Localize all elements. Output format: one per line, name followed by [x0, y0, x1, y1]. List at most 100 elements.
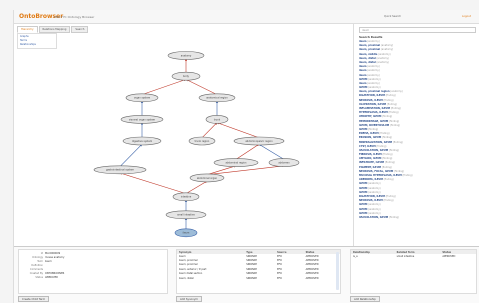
search-result-detail: (finding): [381, 165, 392, 169]
search-result-term: ileum: [359, 73, 367, 77]
details-area: Id MA:0000009 Ontology mouse anatomy Term ile…: [14, 246, 479, 303]
graph-node[interactable]: abdominopelvic region: [233, 136, 285, 146]
graph-node[interactable]: digestive system: [122, 136, 162, 146]
search-result-term: DILATATION, ILEUM: [359, 194, 385, 198]
search-result-term: VACUOLATION, ILEUM: [359, 215, 389, 219]
graph-node[interactable]: abdominal organ: [189, 173, 225, 183]
graph-node-label: trunk region: [195, 140, 210, 143]
table-cell: SINONIM: [246, 276, 257, 280]
search-result-detail: (anatomy): [368, 86, 381, 90]
search-result-item[interactable]: VACUOLATION, ILEUM (finding): [359, 216, 477, 220]
logout-link[interactable]: Logout: [462, 15, 471, 18]
graph-edge: [216, 122, 260, 139]
table-cell: EFO: [277, 276, 282, 280]
search-result-detail: (anatomy): [368, 77, 381, 81]
search-result-detail: (anatomy): [368, 182, 381, 186]
graph-node[interactable]: abdominal region: [213, 158, 259, 167]
graph-node[interactable]: intestine: [172, 192, 200, 202]
search-result-term: ileum: [359, 40, 367, 43]
search-result-detail: (anatomy): [368, 203, 381, 207]
search-result-detail: (anatomy): [367, 40, 380, 43]
search-result-detail: (finding): [402, 174, 413, 177]
search-result-term: CYST, ILEUM: [359, 144, 376, 148]
search-input[interactable]: ileum: [359, 27, 476, 33]
search-result-term: EROSION, ILEUM: [359, 136, 382, 140]
search-result-term: FIBROSIS, ILEUM: [359, 153, 382, 157]
graph-edge: [119, 172, 187, 194]
search-result-term: AMYLOID, ILEUM: [359, 157, 382, 161]
search-result-detail: (finding): [383, 178, 394, 182]
graph-edge: [258, 143, 285, 160]
search-result-detail: (anatomy): [390, 90, 403, 94]
search-result-detail: (anatomy): [368, 211, 381, 215]
graph-node[interactable]: ileum: [174, 228, 198, 238]
term-info-key: Status: [35, 276, 43, 279]
graph-node-label: visceral organ system: [129, 118, 156, 121]
search-result-term: DILATATION, ILEUM: [359, 94, 385, 98]
search-result-term: HEMORRHAGE, ILEUM: [359, 119, 389, 123]
search-result-term: ileum: [359, 69, 367, 73]
graph-node[interactable]: anatomy: [167, 51, 205, 60]
graph-node[interactable]: visceral organ system: [120, 115, 164, 124]
add-relationship-button[interactable]: Add Relationship: [350, 296, 380, 302]
table-cell: is_a: [353, 254, 358, 258]
table-cell: APPROVED: [442, 254, 456, 258]
term-info-row: Status APPROVED: [19, 276, 167, 280]
graph-node[interactable]: body: [171, 71, 201, 81]
search-result-detail: (anatomy): [368, 186, 381, 190]
search-result-term: ILEUM: [359, 186, 368, 190]
graph-node[interactable]: abdomen: [268, 158, 300, 167]
search-result-detail: (finding): [384, 161, 395, 165]
graph-node-label: gastrointestinal system: [106, 169, 135, 172]
graph-node[interactable]: trunk region: [188, 136, 216, 146]
search-result-term: NECROSIS, ILEUM: [359, 199, 383, 203]
graph-node[interactable]: small intestine: [165, 210, 207, 220]
search-result-detail: (anatomy): [367, 81, 380, 85]
term-info-value: ileum: [45, 260, 52, 263]
search-result-term: ileum: [359, 81, 367, 85]
table-row[interactable]: ileum, distal SINONIM EFO APPROVED: [177, 276, 340, 280]
search-result-detail: (finding): [392, 140, 403, 144]
search-result-term: ATROPHY, ILEUM: [359, 115, 382, 119]
search-result-detail: (anatomy): [376, 60, 389, 64]
search-result-term: ileum, proximal: [359, 44, 381, 48]
graph-node[interactable]: trunk: [205, 115, 229, 124]
search-result-term: ileum, middle: [359, 52, 378, 56]
search-result-detail: (finding): [382, 157, 393, 161]
synonyms-scrollbar[interactable]: [336, 252, 339, 290]
graph-node[interactable]: gastrointestinal system: [93, 165, 147, 175]
search-result-term: ILEUM: [359, 127, 368, 131]
hierarchy-panel: Hierarchy Relations Mapping Search Graph…: [14, 24, 354, 246]
search-result-term: ileum: [359, 65, 367, 69]
graph-node-label: small intestine: [177, 214, 195, 217]
search-result-detail: (finding): [389, 119, 400, 123]
search-results-heading: Search Results: [359, 35, 383, 39]
graph-node[interactable]: organ system: [125, 93, 159, 103]
graph-node[interactable]: anatomical region: [198, 93, 236, 103]
graph-node-label: intestine: [181, 196, 192, 199]
search-result-detail: (finding): [383, 98, 394, 102]
graph-edge: [235, 143, 260, 160]
search-results-list: ileum (anatomy) ileum, proximal (anatomy)…: [359, 40, 477, 220]
create-child-term-button[interactable]: Create Child Term: [18, 296, 50, 302]
graph-edge: [119, 143, 143, 167]
table-row[interactable]: is_a small intestine APPROVED: [351, 254, 476, 258]
search-result-term: INFLAMMATION, ILEUM: [359, 107, 390, 110]
search-result-detail: (finding): [390, 107, 401, 110]
graph-edge: [185, 180, 208, 194]
search-result-detail: (finding): [382, 136, 393, 140]
graph-edge: [206, 165, 237, 175]
graph-node-label: organ system: [134, 97, 151, 100]
search-result-term: EDEMA, ILEUM: [359, 132, 379, 136]
search-result-term: MUCOSAL HYPERPLASIA, ILEUM: [359, 174, 402, 177]
search-result-detail: (anatomy): [376, 56, 389, 60]
quick-search-link[interactable]: Quick Search: [384, 15, 401, 18]
search-result-detail: (finding): [379, 132, 390, 136]
graph-node-label: abdomen: [278, 162, 290, 165]
search-result-term: HYPERPLASIA, ILEUM: [359, 111, 388, 115]
add-synonym-button[interactable]: Add Synonym: [176, 296, 202, 302]
search-result-detail: (anatomy): [380, 44, 394, 48]
search-result-term: ileum, distal: [359, 56, 376, 60]
search-result-term: ILEUM, DIVERTICULUM: [359, 123, 390, 127]
graph-node-label: trunk: [214, 118, 221, 121]
